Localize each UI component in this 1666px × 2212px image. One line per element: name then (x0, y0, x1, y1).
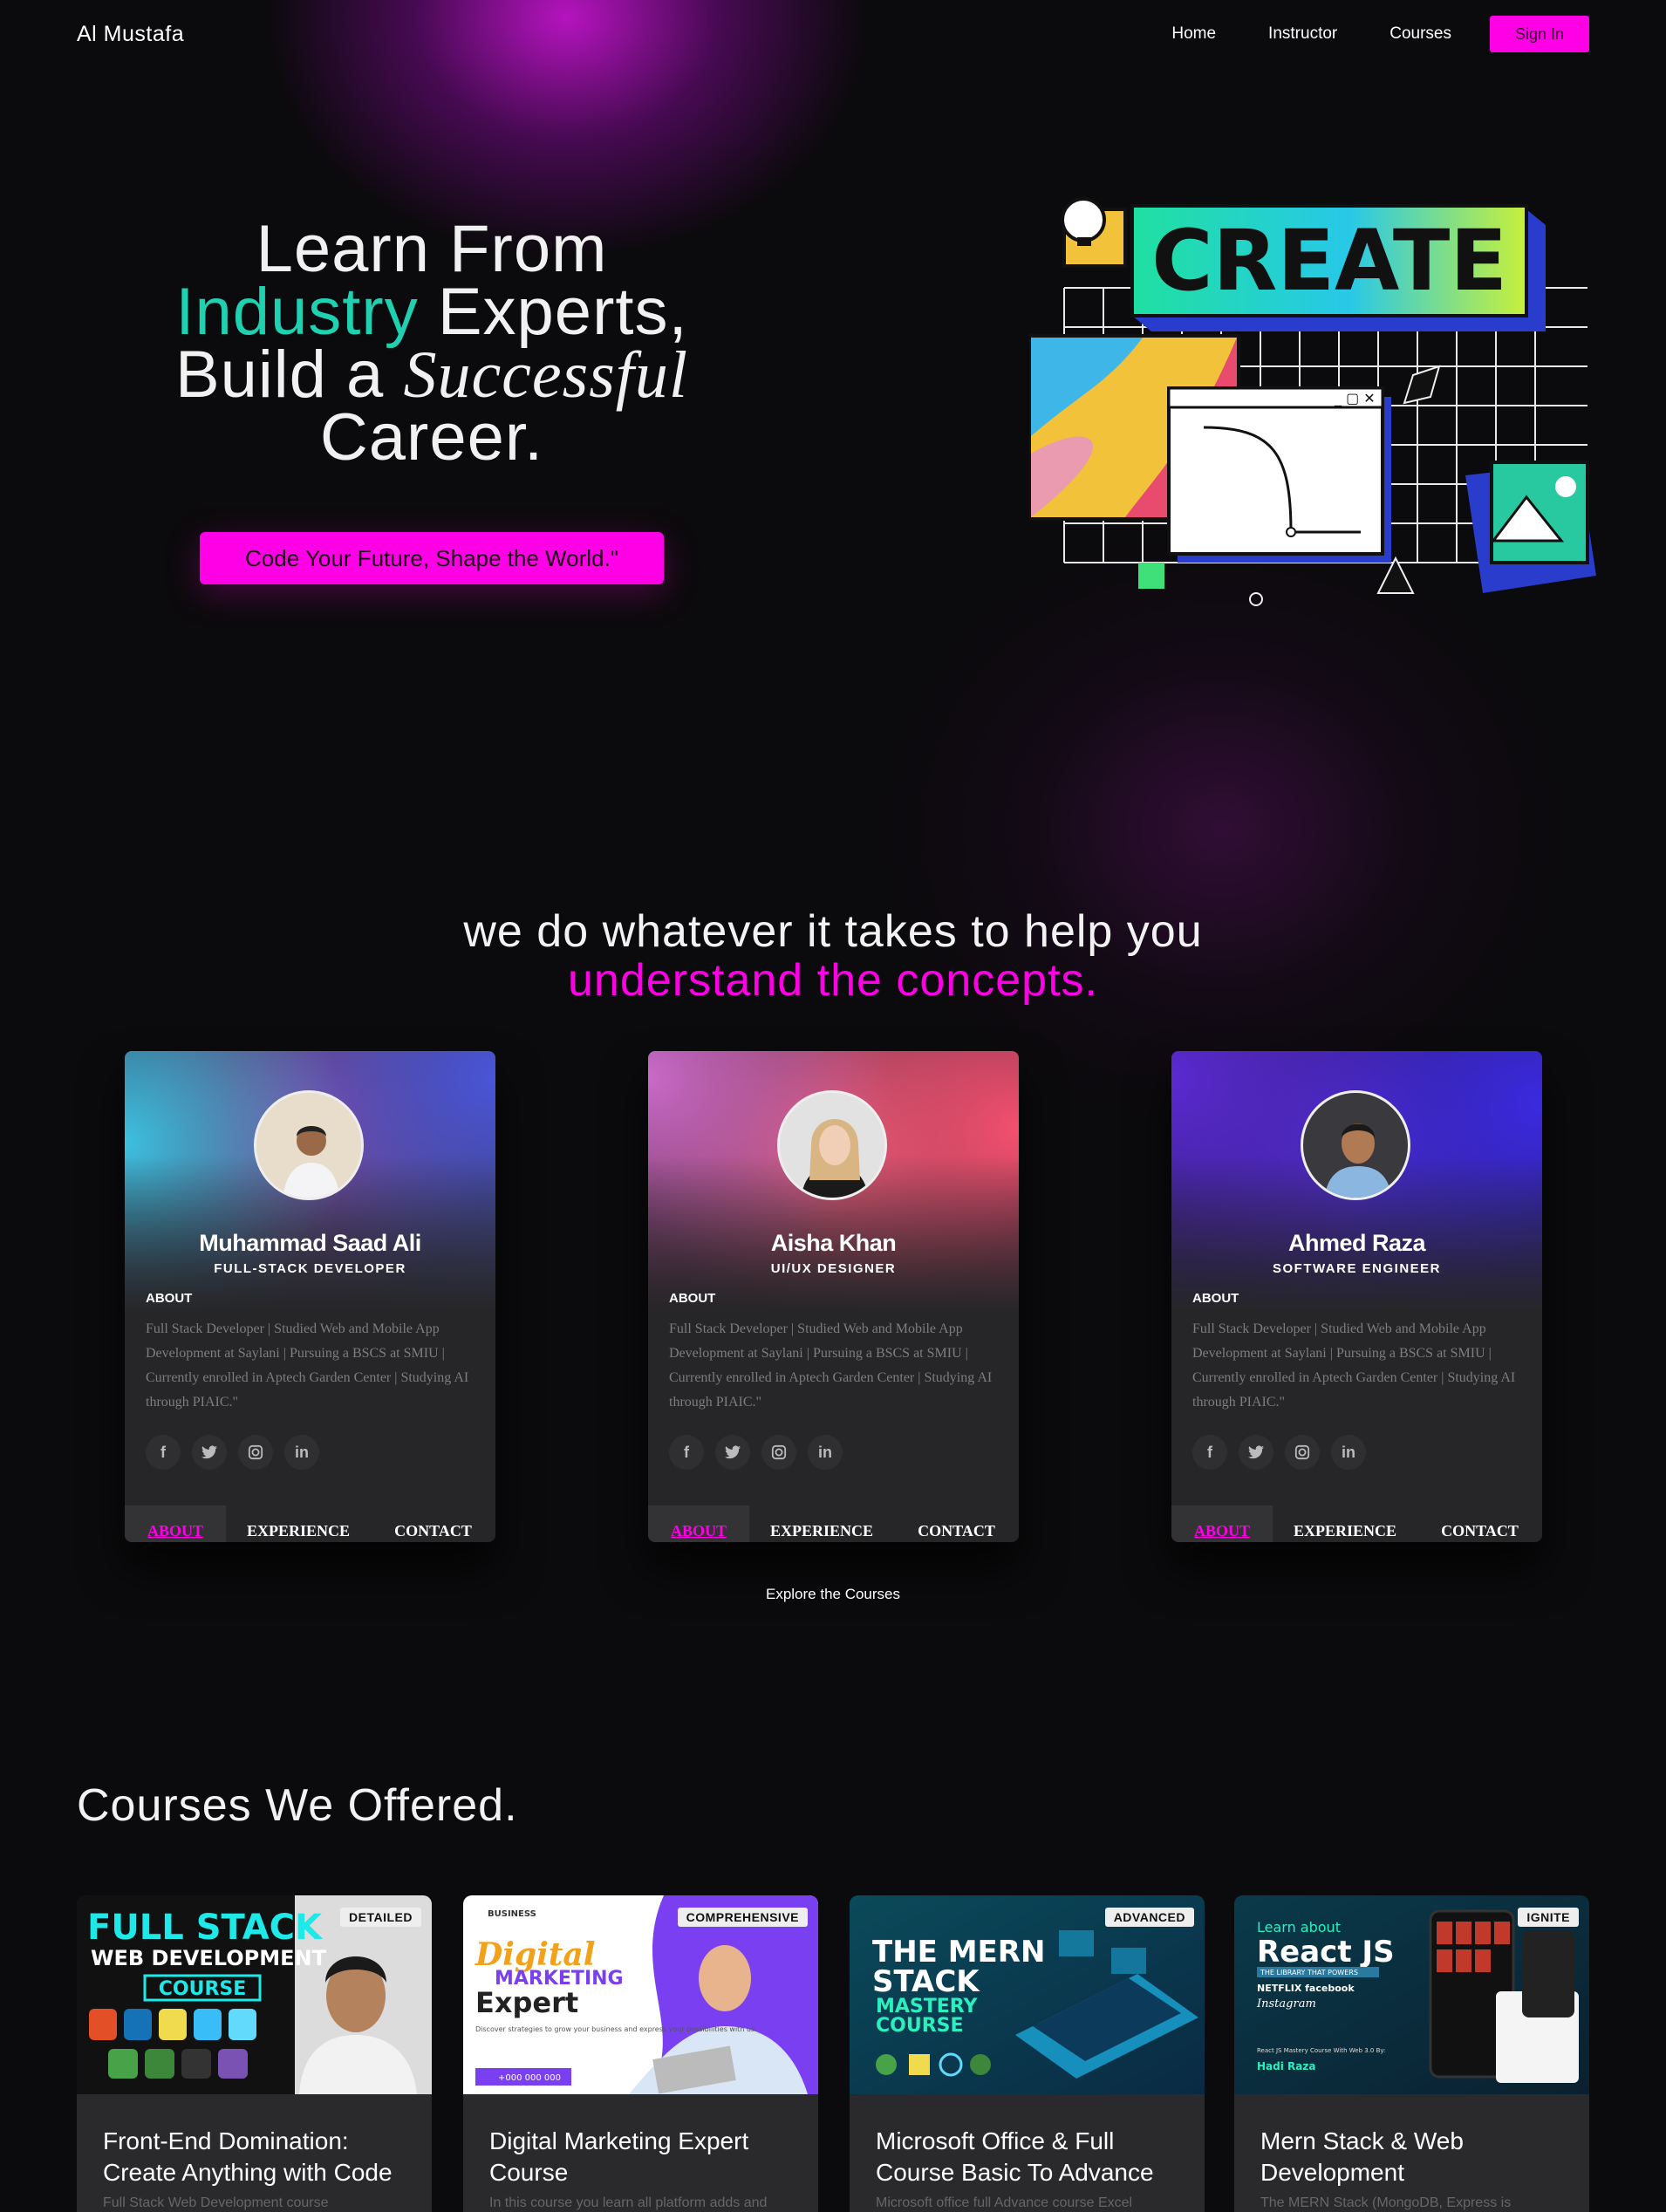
section-heading: we do whatever it takes to help you unde… (0, 907, 1666, 1005)
about-heading: ABOUT (146, 1291, 193, 1306)
tab-contact[interactable]: CONTACT (1417, 1505, 1542, 1542)
tab-experience[interactable]: EXPERIENCE (1273, 1505, 1417, 1542)
course-description: Full Stack Web Development course (103, 2195, 329, 2210)
tab-experience[interactable]: EXPERIENCE (749, 1505, 894, 1542)
course-description: Microsoft office full Advance course Exc… (876, 2195, 1133, 2210)
twitter-icon[interactable] (1239, 1435, 1273, 1470)
team-card: Muhammad Saad Ali FULL-STACK DEVELOPER A… (125, 1051, 495, 1542)
social-links: f in (1192, 1435, 1377, 1470)
instagram-icon[interactable] (1285, 1435, 1320, 1470)
course-card[interactable]: THE MERN STACK MASTERY COURSE ADVANCED M… (850, 1895, 1205, 2212)
linkedin-icon[interactable]: in (284, 1435, 319, 1470)
member-role: SOFTWARE ENGINEER (1272, 1261, 1441, 1276)
tab-about[interactable]: ABOUT (125, 1505, 226, 1542)
facebook-icon[interactable]: f (669, 1435, 704, 1470)
nav-courses[interactable]: Courses (1389, 24, 1451, 44)
social-links: f in (669, 1435, 854, 1470)
hero-cta-button[interactable]: Code Your Future, Shape the World." (200, 532, 664, 584)
member-name: Muhammad Saad Ali (199, 1230, 421, 1256)
svg-text:COURSE: COURSE (159, 1978, 247, 2000)
svg-text:React JS Mastery Course With W: React JS Mastery Course With Web 3.0 By: (1257, 2047, 1385, 2054)
svg-text:+000 000 000: +000 000 000 (498, 2073, 561, 2083)
twitter-icon[interactable] (192, 1435, 227, 1470)
nav-home[interactable]: Home (1171, 24, 1216, 44)
page: Al Mustafa Home Instructor Courses Sign … (0, 0, 1666, 2212)
course-thumbnail: THE MERN STACK MASTERY COURSE ADVANCED (850, 1895, 1205, 2094)
section-heading-line2: understand the concepts. (568, 955, 1098, 1006)
svg-text:Instagram: Instagram (1256, 1997, 1316, 2011)
team-card: Ahmed Raza SOFTWARE ENGINEER ABOUT Full … (1171, 1051, 1542, 1542)
svg-text:_ ▢ ✕: _ ▢ ✕ (1334, 390, 1376, 407)
hero-line4: Career. (319, 400, 544, 474)
svg-text:THE LIBRARY THAT POWERS: THE LIBRARY THAT POWERS (1260, 1969, 1358, 1976)
course-card[interactable]: BUSINESS Digital MARKETING Expert Discov… (463, 1895, 818, 2212)
svg-text:FULL STACK: FULL STACK (87, 1908, 324, 1948)
about-text: Full Stack Developer | Studied Web and M… (146, 1321, 469, 1410)
about-heading: ABOUT (669, 1291, 716, 1306)
linkedin-icon[interactable]: in (1331, 1435, 1366, 1470)
tab-about[interactable]: ABOUT (648, 1505, 749, 1542)
courses-heading: Courses We Offered. (77, 1780, 518, 1831)
course-thumbnail: Learn about React JS THE LIBRARY THAT PO… (1234, 1895, 1589, 2094)
member-role: FULL-STACK DEVELOPER (214, 1261, 406, 1276)
brand-logo[interactable]: Al Mustafa (77, 22, 184, 47)
hero-title: Learn From Industry Experts, Build a Suc… (87, 216, 776, 471)
svg-text:BUSINESS: BUSINESS (488, 1909, 536, 1919)
svg-text:Expert: Expert (475, 1986, 578, 2019)
tab-contact[interactable]: CONTACT (371, 1505, 495, 1542)
member-name: Ahmed Raza (1287, 1230, 1426, 1256)
course-card[interactable]: FULL STACK WEB DEVELOPMENT COURSE DETAIL… (77, 1895, 432, 2212)
avatar (254, 1090, 364, 1200)
course-badge: IGNITE (1518, 1908, 1579, 1927)
course-title[interactable]: Front-End Domination: Create Anything wi… (103, 2126, 417, 2188)
twitter-icon[interactable] (715, 1435, 750, 1470)
course-description: In this course you learn all platform ad… (489, 2195, 768, 2210)
svg-text:WEB DEVELOPMENT: WEB DEVELOPMENT (91, 1946, 327, 1970)
card-tabs: ABOUT EXPERIENCE CONTACT (648, 1505, 1019, 1542)
avatar (777, 1090, 887, 1200)
svg-text:Discover strategies to grow yo: Discover strategies to grow your busines… (475, 2025, 757, 2033)
svg-text:React JS: React JS (1257, 1935, 1395, 1970)
svg-text:STACK: STACK (872, 1964, 980, 1999)
social-links: f in (146, 1435, 331, 1470)
member-name: Aisha Khan (770, 1230, 897, 1256)
course-badge: ADVANCED (1104, 1908, 1194, 1927)
course-description: The MERN Stack (MongoDB, Express is (1260, 2195, 1512, 2210)
top-nav: Home Instructor Courses Sign In (1119, 16, 1589, 52)
section-heading-line1: we do whatever it takes to help you (463, 906, 1203, 957)
course-title[interactable]: Microsoft Office & Full Course Basic To … (876, 2126, 1190, 2188)
instagram-icon[interactable] (238, 1435, 273, 1470)
instagram-icon[interactable] (761, 1435, 796, 1470)
avatar (1301, 1090, 1410, 1200)
create-illustration: CREATE _ ▢ ✕ (1029, 197, 1596, 606)
card-tabs: ABOUT EXPERIENCE CONTACT (125, 1505, 495, 1542)
card-tabs: ABOUT EXPERIENCE CONTACT (1171, 1505, 1542, 1542)
team-card: Aisha Khan UI/UX DESIGNER ABOUT Full Sta… (648, 1051, 1019, 1542)
svg-text:COURSE: COURSE (876, 2015, 964, 2037)
course-thumbnail: BUSINESS Digital MARKETING Expert Discov… (463, 1895, 818, 2094)
explore-courses-link[interactable]: Explore the Courses (0, 1586, 1666, 1603)
facebook-icon[interactable]: f (146, 1435, 181, 1470)
about-text: Full Stack Developer | Studied Web and M… (669, 1321, 993, 1410)
course-card[interactable]: Learn about React JS THE LIBRARY THAT PO… (1234, 1895, 1589, 2212)
tab-experience[interactable]: EXPERIENCE (226, 1505, 371, 1542)
signin-button[interactable]: Sign In (1490, 16, 1589, 52)
facebook-icon[interactable]: f (1192, 1435, 1227, 1470)
nav-instructor[interactable]: Instructor (1268, 24, 1337, 44)
about-heading: ABOUT (1192, 1291, 1239, 1306)
create-word: CREATE (1151, 212, 1507, 310)
svg-text:Hadi Raza: Hadi Raza (1257, 2060, 1315, 2072)
course-badge: DETAILED (340, 1908, 421, 1927)
about-text: Full Stack Developer | Studied Web and M… (1192, 1321, 1516, 1410)
member-role: UI/UX DESIGNER (770, 1261, 897, 1276)
tab-contact[interactable]: CONTACT (894, 1505, 1019, 1542)
linkedin-icon[interactable]: in (808, 1435, 843, 1470)
course-title[interactable]: Mern Stack & Web Development (1260, 2126, 1574, 2188)
course-title[interactable]: Digital Marketing Expert Course (489, 2126, 803, 2188)
course-thumbnail: FULL STACK WEB DEVELOPMENT COURSE DETAIL… (77, 1895, 432, 2094)
course-badge: COMPREHENSIVE (677, 1908, 808, 1927)
svg-text:Learn about: Learn about (1257, 1919, 1341, 1936)
tab-about[interactable]: ABOUT (1171, 1505, 1273, 1542)
svg-text:NETFLIX facebook: NETFLIX facebook (1257, 1983, 1355, 1994)
